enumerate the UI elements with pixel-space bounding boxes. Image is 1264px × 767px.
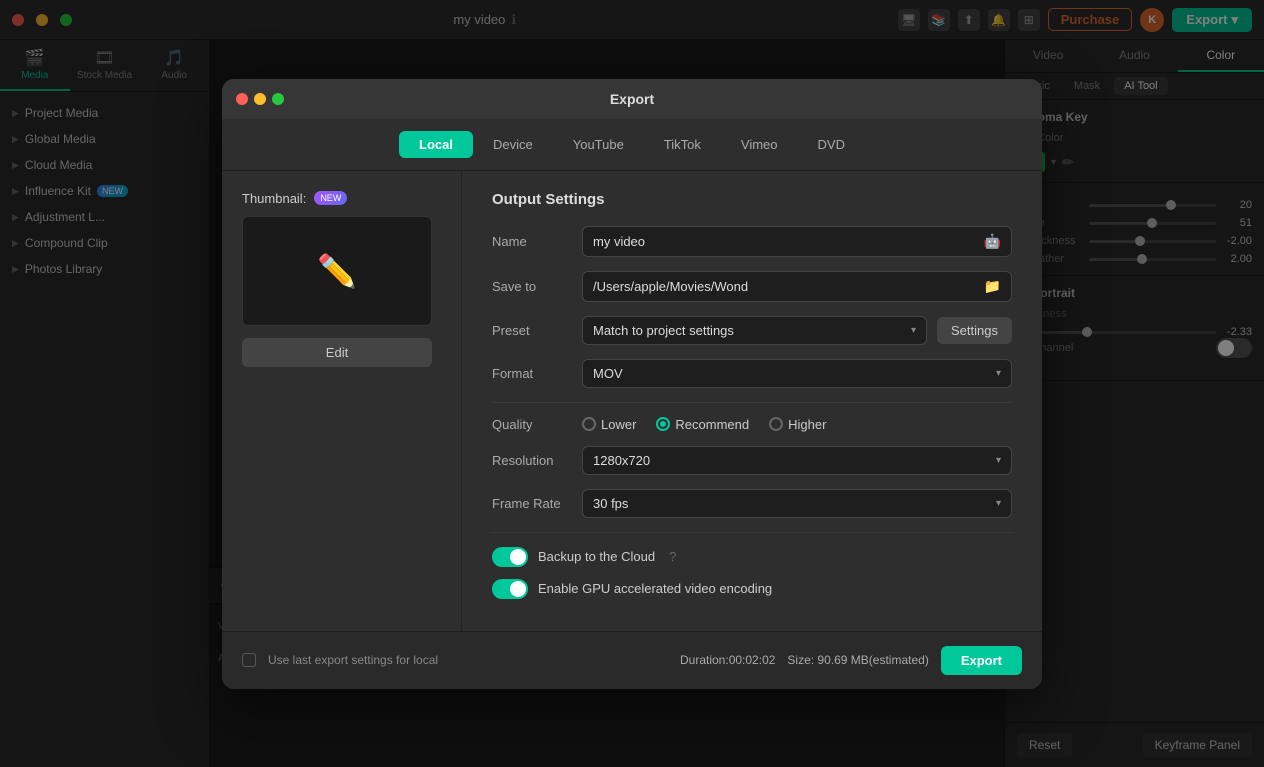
modal-tab-device[interactable]: Device	[473, 131, 553, 158]
radio-lower-circle	[582, 417, 596, 431]
frame-rate-label: Frame Rate	[492, 496, 582, 511]
chevron-down-icon: ▾	[996, 368, 1001, 379]
preset-select[interactable]: Match to project settings ▾	[582, 316, 927, 345]
last-settings-checkbox[interactable]	[242, 653, 256, 667]
thumbnail-label: Thumbnail: NEW	[242, 191, 347, 206]
save-to-label: Save to	[492, 279, 582, 294]
duration-info: Duration:00:02:02	[680, 653, 775, 667]
edit-thumbnail-button[interactable]: Edit	[242, 338, 432, 367]
chevron-down-icon: ▾	[996, 498, 1001, 509]
chevron-down-icon: ▾	[911, 325, 916, 336]
modal-footer: Use last export settings for local Durat…	[222, 631, 1042, 689]
quality-recommend[interactable]: Recommend	[656, 417, 749, 432]
resolution-label: Resolution	[492, 453, 582, 468]
quality-lower[interactable]: Lower	[582, 417, 636, 432]
last-settings-label: Use last export settings for local	[268, 653, 438, 667]
modal-traffic-lights	[236, 93, 284, 105]
settings-button[interactable]: Settings	[937, 317, 1012, 344]
quality-options: Lower Recommend Higher	[582, 417, 826, 432]
modal-minimize-button[interactable]	[254, 93, 266, 105]
frame-rate-value: 30 fps	[593, 496, 628, 511]
resolution-select[interactable]: 1280x720 ▾	[582, 446, 1012, 475]
folder-icon[interactable]: 📁	[984, 278, 1001, 295]
resolution-value: 1280x720	[593, 453, 650, 468]
thumbnail-panel: Thumbnail: NEW ✏️ Edit	[222, 171, 462, 631]
modal-tab-tiktok[interactable]: TikTok	[644, 131, 721, 158]
radio-recommend-circle	[656, 417, 670, 431]
frame-rate-select[interactable]: 30 fps ▾	[582, 489, 1012, 518]
format-select[interactable]: MOV ▾	[582, 359, 1012, 388]
format-value: MOV	[593, 366, 623, 381]
quality-label: Quality	[492, 417, 582, 432]
modal-title: Export	[610, 91, 654, 107]
modal-body: Thumbnail: NEW ✏️ Edit Output Settings N…	[222, 171, 1042, 631]
name-label: Name	[492, 234, 582, 249]
modal-close-button[interactable]	[236, 93, 248, 105]
pencil-icon: ✏️	[317, 252, 357, 290]
name-row: Name 🤖	[492, 226, 1012, 257]
gpu-label: Enable GPU accelerated video encoding	[538, 581, 772, 596]
name-input-container: 🤖	[582, 226, 1012, 257]
toggle-knob-gpu	[510, 581, 526, 597]
save-to-input[interactable]	[593, 279, 970, 294]
size-info: Size: 90.69 MB(estimated)	[787, 653, 928, 667]
radio-dot	[660, 421, 666, 427]
preset-label: Preset	[492, 323, 582, 338]
settings-divider	[492, 402, 1012, 403]
gpu-toggle[interactable]	[492, 579, 528, 599]
settings-divider2	[492, 532, 1012, 533]
save-to-row: Save to 📁	[492, 271, 1012, 302]
backup-toggle-row: Backup to the Cloud ?	[492, 547, 1012, 567]
modal-overlay: Export Local Device YouTube TikTok Vimeo…	[0, 0, 1264, 767]
preset-row: Preset Match to project settings ▾ Setti…	[492, 316, 1012, 345]
quality-row: Quality Lower Recommend	[492, 417, 1012, 432]
name-input[interactable]	[593, 234, 970, 249]
gpu-toggle-row: Enable GPU accelerated video encoding	[492, 579, 1012, 599]
save-to-input-container: 📁	[582, 271, 1012, 302]
ai-icon[interactable]: 🤖	[984, 233, 1001, 250]
modal-tab-youtube[interactable]: YouTube	[553, 131, 644, 158]
export-button[interactable]: Export	[941, 646, 1022, 675]
quality-higher[interactable]: Higher	[769, 417, 826, 432]
format-row: Format MOV ▾	[492, 359, 1012, 388]
toggle-knob-backup	[510, 549, 526, 565]
format-label: Format	[492, 366, 582, 381]
chevron-down-icon: ▾	[996, 455, 1001, 466]
modal-tab-local[interactable]: Local	[399, 131, 473, 158]
modal-tab-dvd[interactable]: DVD	[798, 131, 865, 158]
export-modal: Export Local Device YouTube TikTok Vimeo…	[222, 79, 1042, 689]
modal-tab-vimeo[interactable]: Vimeo	[721, 131, 798, 158]
help-icon[interactable]: ?	[669, 549, 676, 564]
modal-titlebar: Export	[222, 79, 1042, 119]
backup-label: Backup to the Cloud	[538, 549, 655, 564]
modal-maximize-button[interactable]	[272, 93, 284, 105]
thumbnail-new-badge: NEW	[314, 191, 347, 205]
resolution-row: Resolution 1280x720 ▾	[492, 446, 1012, 475]
backup-toggle[interactable]	[492, 547, 528, 567]
modal-tabs: Local Device YouTube TikTok Vimeo DVD	[222, 119, 1042, 171]
frame-rate-row: Frame Rate 30 fps ▾	[492, 489, 1012, 518]
settings-panel: Output Settings Name 🤖 Save to 📁	[462, 171, 1042, 631]
output-settings-title: Output Settings	[492, 191, 1012, 208]
preset-value: Match to project settings	[593, 323, 734, 338]
thumbnail-preview: ✏️	[242, 216, 432, 326]
radio-higher-circle	[769, 417, 783, 431]
